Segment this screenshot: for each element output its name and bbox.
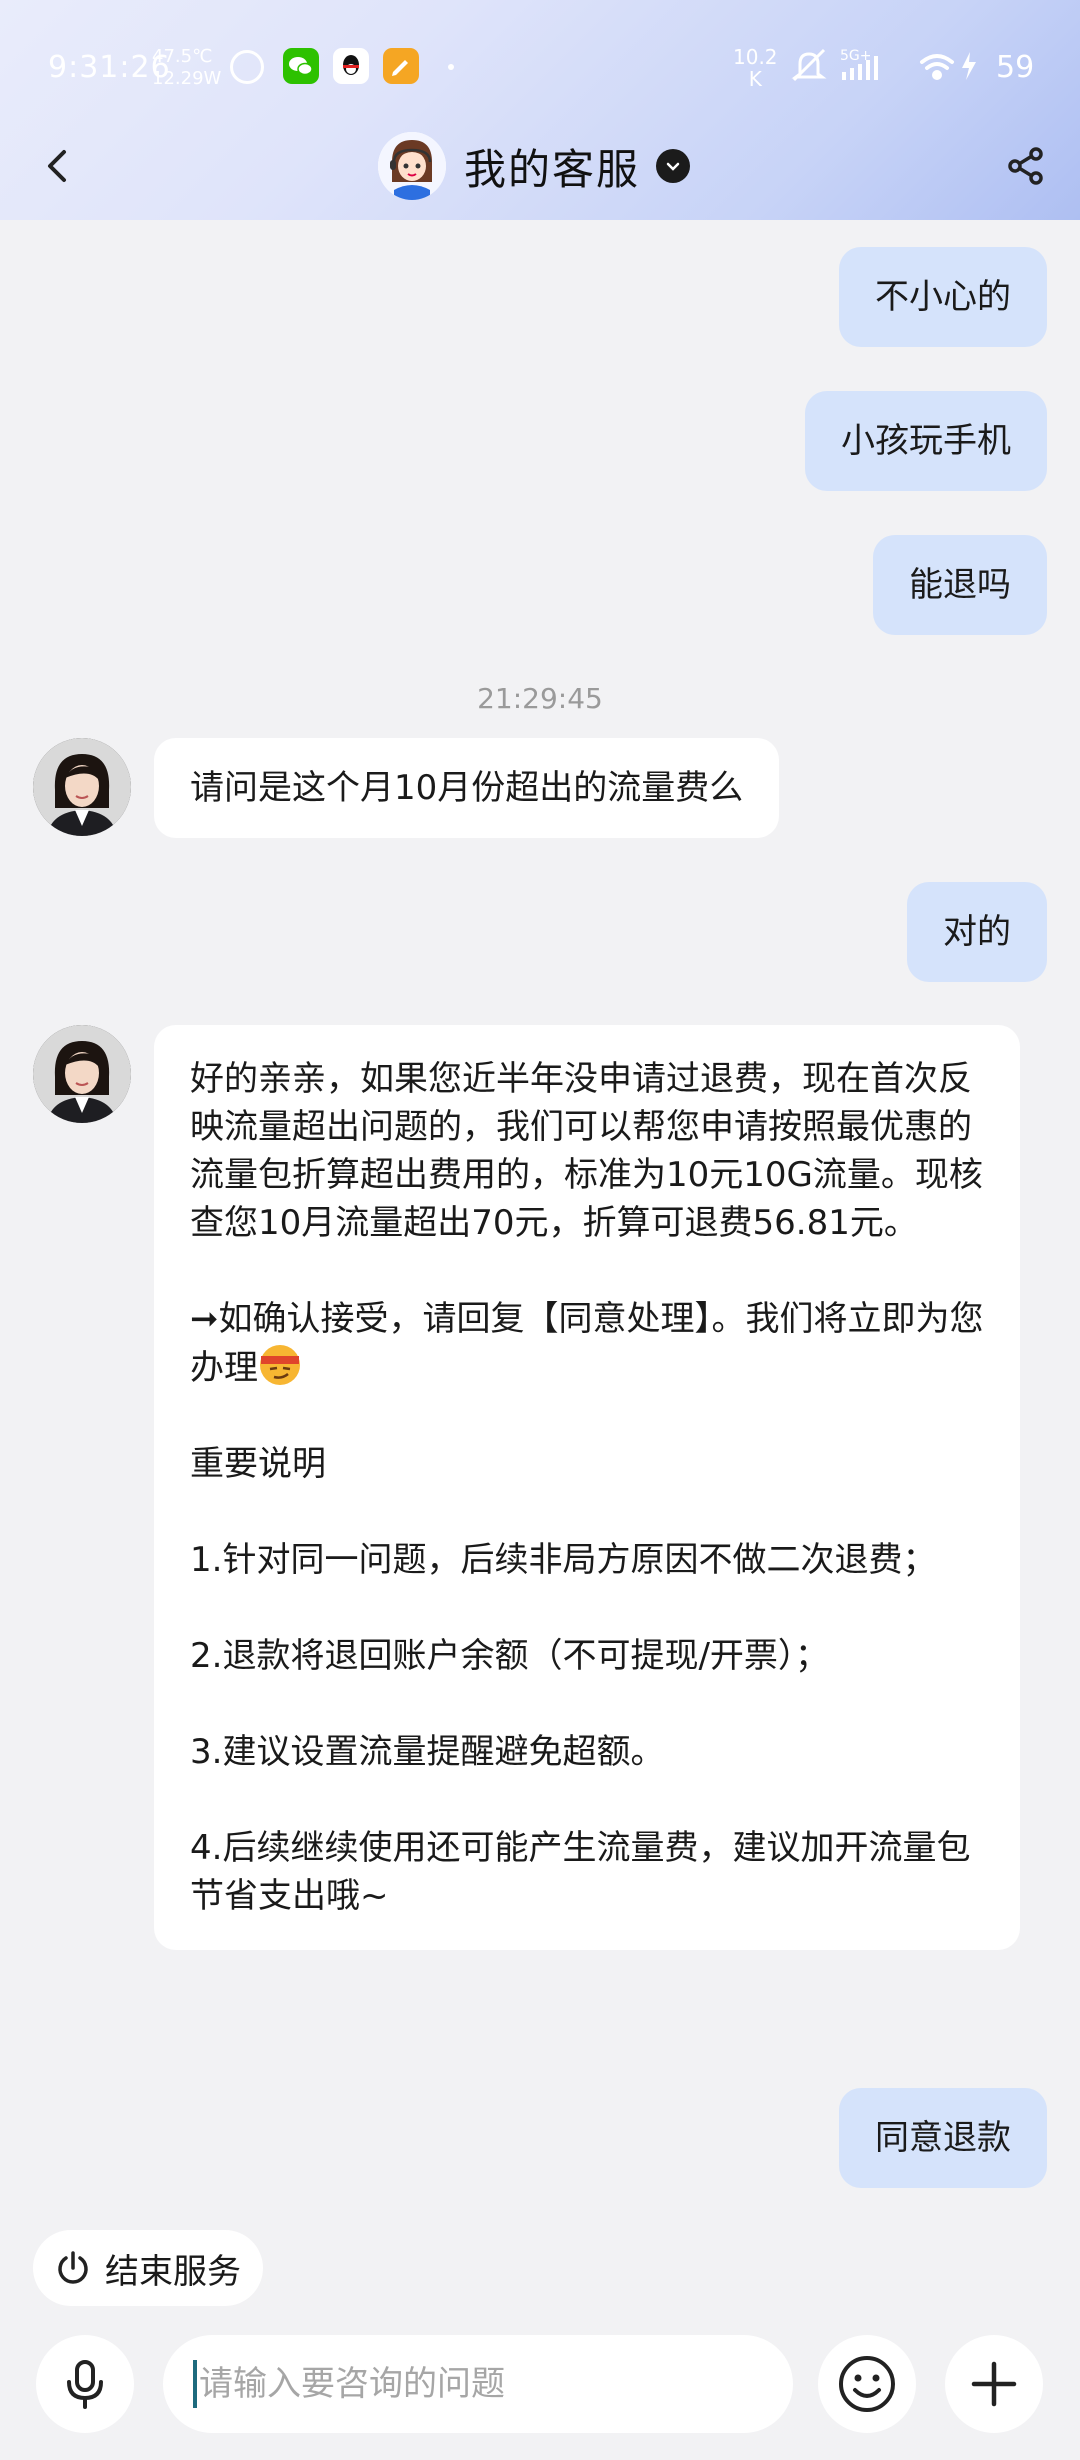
message-paragraph: 1.针对同一问题，后续非局方原因不做二次退费； (190, 1540, 937, 1580)
sly-face-emoji-icon (260, 1345, 300, 1385)
chat-title[interactable]: 我的客服 (378, 126, 691, 206)
mute-icon (791, 48, 827, 82)
chevron-down-badge-icon[interactable] (656, 149, 691, 183)
charging-icon (962, 52, 976, 80)
status-icons: 5G+ (791, 48, 976, 82)
battery-level: 59 (996, 50, 1035, 85)
end-service-label: 结束服务 (105, 2251, 241, 2292)
back-button[interactable] (28, 136, 88, 196)
message-paragraph: 2.退款将退回账户余额（不可提现/开票）； (190, 1636, 829, 1676)
message-outgoing[interactable]: 能退吗 (873, 535, 1047, 635)
share-icon (1008, 147, 1043, 185)
wifi-icon (920, 54, 954, 80)
message-outgoing[interactable]: 不小心的 (839, 247, 1047, 347)
share-button[interactable] (996, 136, 1056, 196)
chat-header: 我的客服 (0, 120, 1080, 220)
message-outgoing[interactable]: 对的 (907, 882, 1047, 982)
message-paragraph: ➞如确认接受，请回复【同意处理】。我们将立即为您办理 (190, 1295, 984, 1392)
message-paragraph: 好的亲亲，如果您近半年没申请过退费，现在首次反映流量超出问题的，我们可以帮您申请… (190, 1059, 983, 1243)
status-power: 12.29W (152, 68, 222, 89)
notification-dot (448, 64, 454, 70)
network-speed: 10.2 K (733, 46, 778, 90)
message-outgoing[interactable]: 小孩玩手机 (805, 391, 1047, 491)
message-timestamp: 21:29:45 (477, 682, 603, 715)
net-speed-value: 10.2 (733, 45, 778, 69)
alarm-icon (230, 50, 264, 84)
status-bar: 9:31:26 47.5℃ 12.29W 10.2 K 5G+ 59 (0, 0, 1080, 130)
emoji-button[interactable] (818, 2335, 916, 2433)
message-input[interactable] (199, 2364, 759, 2404)
power-icon (58, 2251, 88, 2284)
chevron-left-icon (48, 150, 66, 182)
agent-avatar[interactable] (33, 1025, 131, 1123)
status-temp: 47.5℃ (152, 46, 213, 67)
qq-icon (333, 48, 369, 84)
text-caret (193, 2360, 197, 2408)
message-paragraph: 3.建议设置流量提醒避免超额。 (190, 1732, 665, 1772)
net-speed-unit: K (748, 67, 762, 91)
end-service-button[interactable]: 结束服务 (33, 2230, 263, 2306)
agent-avatar[interactable] (33, 738, 131, 836)
page-title: 我的客服 (464, 144, 641, 194)
service-avatar (378, 132, 446, 200)
note-app-icon (383, 48, 419, 84)
wechat-icon (283, 48, 319, 84)
message-paragraph: 重要说明 (190, 1444, 326, 1484)
message-paragraph-text: ➞如确认接受，请回复【同意处理】。我们将立即为您办理 (190, 1299, 984, 1388)
status-temp-power: 47.5℃ 12.29W (152, 46, 221, 90)
message-input-box[interactable] (163, 2335, 793, 2433)
more-options-button[interactable] (945, 2335, 1043, 2433)
voice-input-button[interactable] (36, 2335, 134, 2433)
message-paragraph: 4.后续继续使用还可能产生流量费，建议加开流量包节省支出哦~ (190, 1828, 971, 1916)
smiley-icon (839, 2356, 895, 2412)
message-outgoing[interactable]: 同意退款 (839, 2088, 1047, 2188)
message-incoming[interactable]: 请问是这个月10月份超出的流量费么 (154, 738, 780, 838)
mic-icon (67, 2360, 103, 2409)
message-incoming-long[interactable]: 好的亲亲，如果您近半年没申请过退费，现在首次反映流量超出问题的，我们可以帮您申请… (154, 1025, 1020, 1950)
plus-icon (971, 2361, 1017, 2407)
